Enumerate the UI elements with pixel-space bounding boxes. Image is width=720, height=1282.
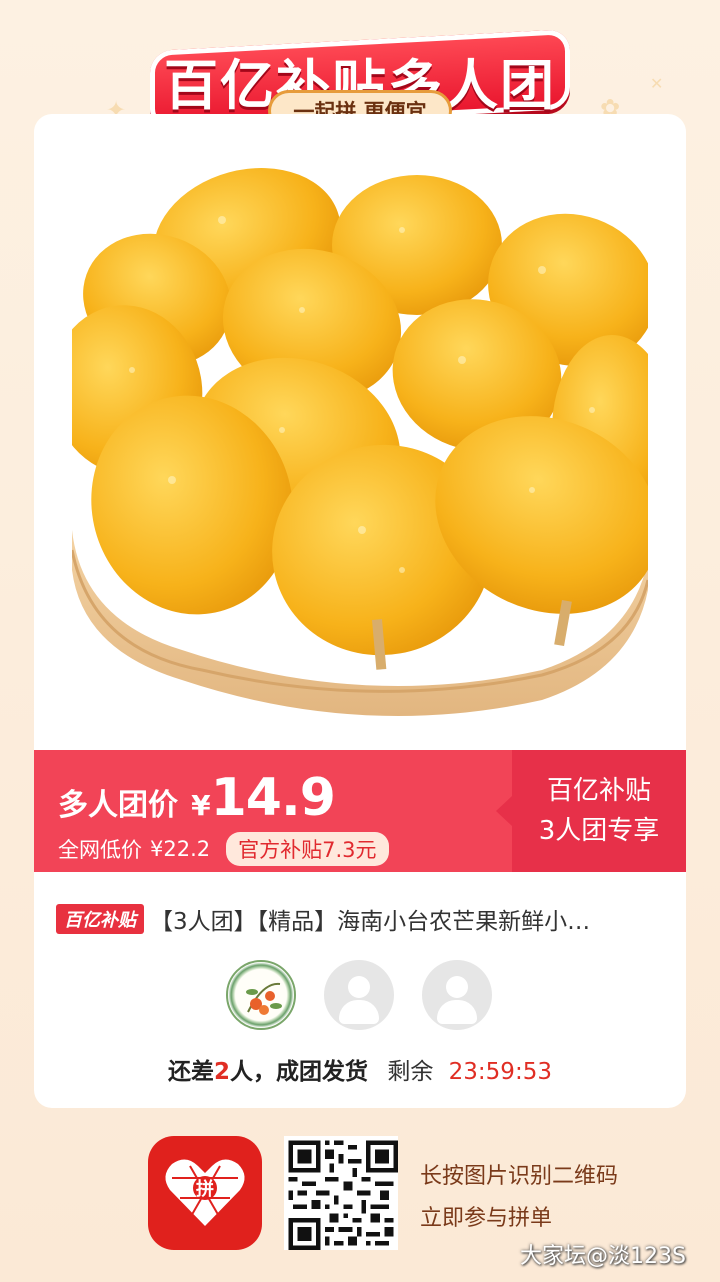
qr-code-icon (284, 1136, 398, 1250)
watermark: 大家坛@淡123S (520, 1244, 686, 1269)
subsidy-panel-line2: 3人团专享 (538, 816, 660, 846)
empty-avatar (422, 960, 492, 1030)
heart-bag-icon: 拼 (165, 1159, 245, 1226)
footer-instructions: 长按图片识别二维码 立即参与拼单 (420, 1156, 618, 1240)
compare-label: 全网低价 (58, 838, 142, 862)
pinduoduo-app-icon: 拼 (148, 1136, 262, 1250)
footer-line2: 立即参与拼单 (420, 1206, 553, 1231)
subsidy-chip: 官方补贴7.3元 (226, 832, 389, 866)
price-bar: 多人团价 ¥14.9 全网低价 ¥22.2 官方补贴7.3元 百亿补贴 3人团专… (34, 750, 686, 872)
product-card[interactable]: 多人团价 ¥14.9 全网低价 ¥22.2 官方补贴7.3元 百亿补贴 3人团专… (34, 114, 686, 1108)
user-placeholder-icon (446, 976, 468, 998)
product-image[interactable] (51, 150, 672, 750)
user-placeholder-body (339, 1000, 379, 1024)
qr-code[interactable] (284, 1136, 398, 1250)
price-block: 多人团价 ¥14.9 全网低价 ¥22.2 官方补贴7.3元 (58, 768, 389, 866)
empty-avatar (324, 960, 394, 1030)
app-icon-glyph: 拼 (196, 1178, 214, 1200)
status-suffix: 人，成团发货 (230, 1059, 369, 1085)
product-title-row[interactable]: 百亿补贴 【3人团】【精品】海南小台农芒果新鲜小… (56, 902, 666, 936)
user-placeholder-body (437, 1000, 477, 1024)
price-label: 多人团价 (58, 788, 178, 823)
status-prefix: 还差 (168, 1059, 215, 1085)
user-placeholder-icon (348, 976, 370, 998)
remaining-label: 剩余 (387, 1059, 434, 1085)
missing-count: 2 (214, 1059, 231, 1085)
sparkle-icon: ✕ (650, 74, 664, 93)
subsidy-panel-line1: 百亿补贴 (546, 776, 651, 806)
mango-basket-illustration (51, 168, 672, 716)
persimmon-avatar-icon (246, 982, 282, 1015)
footer-line1: 长按图片识别二维码 (420, 1164, 619, 1189)
group-status: 还差2人，成团发货 剩余 23:59:53 (34, 1052, 686, 1086)
subsidy-panel: 百亿补贴 3人团专享 (496, 750, 686, 872)
group-price: 14.9 (210, 768, 336, 828)
countdown-timer: 23:59:53 (448, 1059, 552, 1085)
subsidy-badge: 百亿补贴 (56, 904, 144, 934)
currency-symbol: ¥ (191, 789, 211, 822)
compare-price: ¥22.2 (150, 837, 211, 861)
product-title: 【3人团】【精品】海南小台农芒果新鲜小… (150, 909, 591, 935)
avatar[interactable] (226, 960, 296, 1030)
group-avatars (226, 960, 492, 1030)
